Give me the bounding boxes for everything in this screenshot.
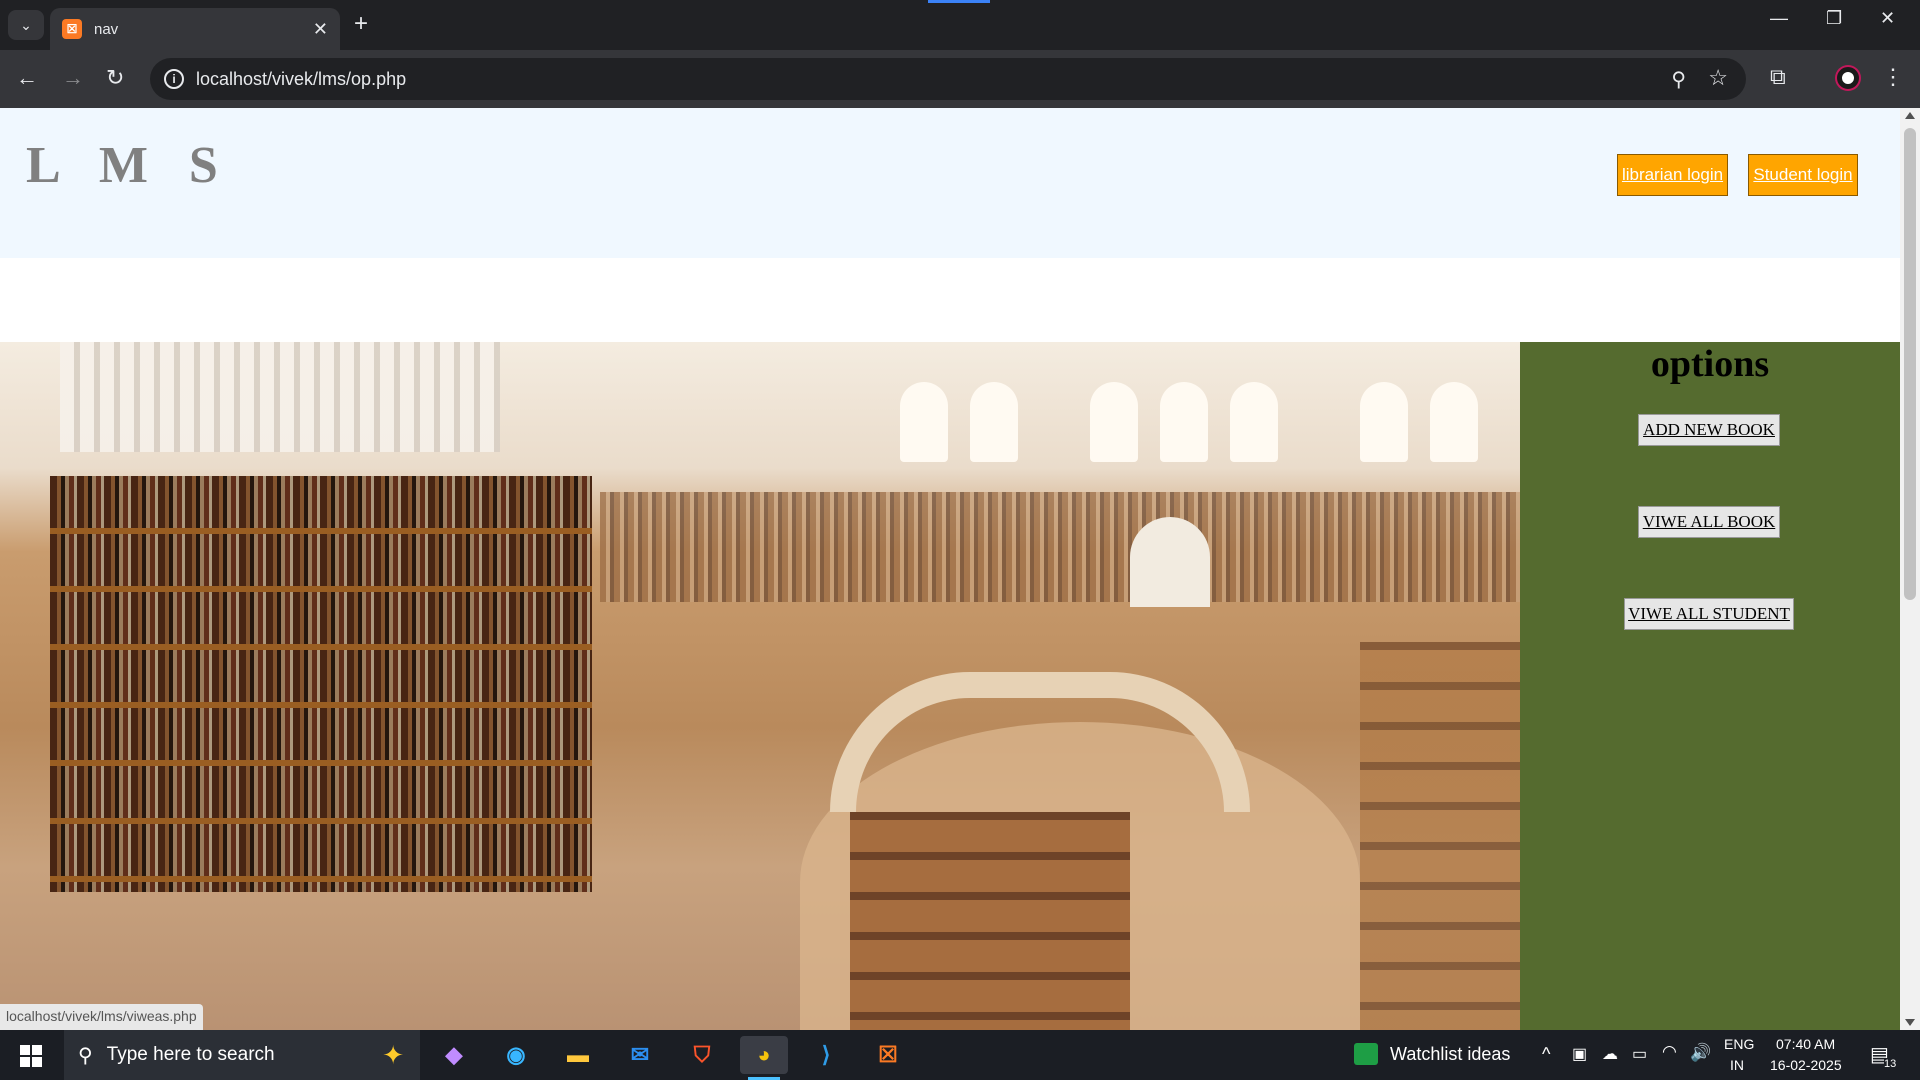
- watchlist-widget[interactable]: Watchlist ideas: [1354, 1043, 1510, 1065]
- back-icon[interactable]: ←: [16, 64, 38, 92]
- link-status-bar: localhost/vivek/lms/viweas.php: [0, 1004, 203, 1030]
- reload-icon[interactable]: ↻: [106, 64, 124, 92]
- tab-search-button[interactable]: ⌄: [8, 10, 44, 40]
- address-bar[interactable]: i localhost/vivek/lms/op.php ⚲ ☆: [150, 58, 1746, 100]
- close-window-icon[interactable]: ✕: [1880, 8, 1895, 29]
- restore-icon[interactable]: ❐: [1826, 8, 1842, 29]
- middle-bookshelves: [850, 812, 1130, 1030]
- xampp-favicon-icon: ☒: [62, 19, 82, 39]
- battery-icon[interactable]: ▭: [1632, 1044, 1647, 1064]
- scroll-down-arrow-icon[interactable]: [1905, 1019, 1915, 1026]
- window-shape: [1360, 382, 1408, 462]
- chrome-app-icon[interactable]: ◕: [740, 1036, 788, 1080]
- options-panel: options ADD NEW BOOK VIWE ALL BOOK VIWE …: [1520, 342, 1900, 1030]
- search-icon: ⚲: [78, 1044, 93, 1067]
- page-viewport: L M S librarian login Student login opti…: [0, 108, 1900, 1030]
- balcony-railing: [60, 342, 500, 452]
- bookshelf-image: [50, 476, 592, 892]
- library-background-image: [0, 342, 1520, 1030]
- edge-app-icon[interactable]: ◉: [492, 1036, 540, 1074]
- onedrive-icon[interactable]: ☁: [1602, 1044, 1618, 1064]
- window-shape: [900, 382, 948, 462]
- far-bookshelves: [600, 492, 1520, 602]
- site-header: L M S librarian login Student login: [0, 108, 1900, 258]
- window-shape: [1090, 382, 1138, 462]
- chevron-down-icon: ⌄: [20, 16, 32, 33]
- window-shape: [1230, 382, 1278, 462]
- forward-icon[interactable]: →: [62, 64, 84, 92]
- file-explorer-icon[interactable]: ▬: [554, 1036, 602, 1074]
- volume-icon[interactable]: 🔊: [1690, 1043, 1711, 1063]
- stock-chart-icon: [1354, 1043, 1378, 1065]
- notification-count: 13: [1884, 1058, 1897, 1070]
- options-title: options: [1650, 343, 1770, 385]
- brave-app-icon[interactable]: ⛉: [678, 1036, 726, 1074]
- wifi-icon[interactable]: ◠: [1662, 1042, 1677, 1062]
- window-shape: [970, 382, 1018, 462]
- view-all-student-button[interactable]: VIWE ALL STUDENT: [1624, 598, 1794, 630]
- librarian-login-button[interactable]: librarian login: [1617, 154, 1728, 196]
- minimize-icon[interactable]: —: [1770, 8, 1788, 29]
- right-bookshelves: [1360, 642, 1520, 1030]
- browser-tab[interactable]: ☒ nav ✕: [50, 8, 340, 50]
- scroll-up-arrow-icon[interactable]: [1905, 112, 1915, 119]
- language-bottom[interactable]: IN: [1730, 1057, 1744, 1073]
- vscode-app-icon[interactable]: ⟩: [802, 1036, 850, 1074]
- outlook-app-icon[interactable]: ✉: [616, 1036, 664, 1074]
- tab-indicator: [928, 0, 990, 3]
- watchlist-label: Watchlist ideas: [1390, 1043, 1511, 1064]
- page-scrollbar[interactable]: [1900, 108, 1920, 1030]
- scroll-thumb[interactable]: [1904, 128, 1916, 600]
- clock-time[interactable]: 07:40 AM: [1776, 1036, 1835, 1052]
- arched-door: [1130, 517, 1210, 607]
- copilot-app-icon[interactable]: ◆: [430, 1036, 478, 1074]
- extensions-icon[interactable]: ⧉: [1770, 64, 1786, 90]
- taskbar-search[interactable]: ⚲ Type here to search ✦: [64, 1030, 420, 1080]
- meet-icon[interactable]: ▣: [1572, 1044, 1587, 1064]
- search-placeholder: Type here to search: [106, 1044, 275, 1065]
- tab-strip: ⌄ ☒ nav ✕ + — ❐ ✕: [0, 0, 1920, 50]
- clock-date[interactable]: 16-02-2025: [1770, 1057, 1842, 1073]
- window-shape: [1430, 382, 1478, 462]
- close-tab-icon[interactable]: ✕: [313, 19, 328, 40]
- xampp-app-icon[interactable]: ☒: [864, 1036, 912, 1074]
- view-all-book-button[interactable]: VIWE ALL BOOK: [1638, 506, 1780, 538]
- profile-avatar-icon[interactable]: [1837, 67, 1859, 89]
- zoom-icon[interactable]: ⚲: [1671, 67, 1686, 92]
- new-tab-icon[interactable]: +: [354, 12, 368, 36]
- site-info-icon[interactable]: i: [164, 69, 184, 89]
- bookmark-star-icon[interactable]: ☆: [1708, 65, 1728, 91]
- url-text[interactable]: localhost/vivek/lms/op.php: [196, 69, 406, 90]
- curved-desk: [830, 672, 1250, 812]
- window-shape: [1160, 382, 1208, 462]
- tab-title: nav: [94, 20, 119, 38]
- language-top[interactable]: ENG: [1724, 1036, 1754, 1052]
- windows-taskbar: ⚲ Type here to search ✦ ◆ ◉ ▬ ✉ ⛉ ◕ ⟩ ☒ …: [0, 1030, 1920, 1080]
- windows-start-icon[interactable]: [20, 1045, 42, 1067]
- menu-icon[interactable]: ⋮: [1882, 64, 1904, 90]
- add-new-book-button[interactable]: ADD NEW BOOK: [1638, 414, 1780, 446]
- chevron-up-icon[interactable]: ^: [1542, 1044, 1550, 1065]
- site-logo: L M S: [26, 137, 232, 194]
- copilot-sparkle-icon: ✦: [382, 1040, 404, 1070]
- browser-toolbar: ← → ↻ i localhost/vivek/lms/op.php ⚲ ☆ ⧉…: [0, 50, 1920, 108]
- student-login-button[interactable]: Student login: [1748, 154, 1858, 196]
